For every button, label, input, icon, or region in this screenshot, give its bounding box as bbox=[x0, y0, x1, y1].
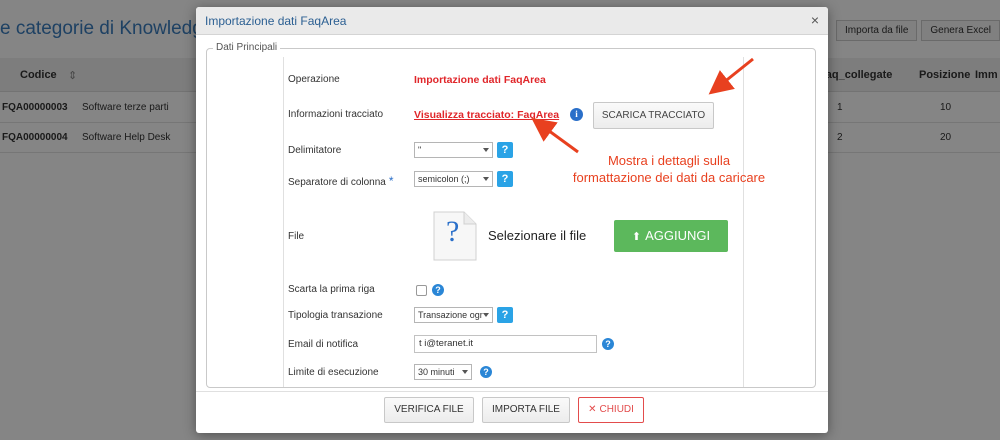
close-icon: ✕ bbox=[588, 404, 597, 415]
import-dialog: Importazione dati FaqArea × Dati Princip… bbox=[196, 7, 828, 433]
close-button-label: CHIUDI bbox=[599, 404, 634, 415]
help-icon[interactable]: ? bbox=[432, 284, 444, 296]
import-file-button[interactable]: IMPORTA FILE bbox=[482, 397, 570, 423]
chevron-down-icon bbox=[483, 177, 489, 181]
separatore-label-text: Separatore di colonna bbox=[288, 177, 386, 188]
add-file-button[interactable]: ⬆ AGGIUNGI bbox=[614, 220, 728, 252]
help-icon[interactable]: ? bbox=[497, 171, 513, 187]
file-label: File bbox=[288, 231, 305, 242]
transaction-type-value: Transazione ogr bbox=[418, 310, 483, 320]
dialog-header: Importazione dati FaqArea × bbox=[196, 7, 828, 35]
help-icon[interactable]: ? bbox=[497, 142, 513, 158]
operazione-value: Importazione dati FaqArea bbox=[414, 74, 546, 86]
operazione-label: Operazione bbox=[288, 74, 340, 85]
section-legend: Dati Principali bbox=[213, 42, 281, 53]
info-icon[interactable]: i bbox=[570, 108, 583, 121]
footer-divider bbox=[196, 391, 828, 392]
view-layout-link[interactable]: Visualizza tracciato: FaqArea bbox=[414, 109, 559, 121]
upload-icon: ⬆ bbox=[631, 231, 642, 243]
close-button[interactable]: ✕ CHIUDI bbox=[578, 397, 644, 423]
main-data-section: Dati Principali Operazione Importazione … bbox=[206, 42, 816, 388]
execution-limit-select[interactable]: 30 minuti bbox=[414, 364, 472, 380]
tipologia-label: Tipologia transazione bbox=[288, 310, 383, 321]
separatore-label: Separatore di colonna * bbox=[288, 174, 394, 188]
chevron-down-icon bbox=[483, 148, 489, 152]
form-panel: Operazione Importazione dati FaqArea Inf… bbox=[283, 57, 744, 387]
add-file-label: AGGIUNGI bbox=[645, 228, 711, 243]
delimiter-value: " bbox=[418, 145, 422, 155]
delimitatore-label: Delimitatore bbox=[288, 145, 342, 156]
help-icon[interactable]: ? bbox=[480, 366, 492, 378]
scarta-label: Scarta la prima riga bbox=[288, 284, 375, 295]
download-layout-button[interactable]: SCARICA TRACCIATO bbox=[593, 102, 714, 129]
annotation-line-2: formattazione dei dati da caricare bbox=[572, 170, 766, 185]
separator-value: semicolon (;) bbox=[418, 174, 470, 184]
skip-first-row-checkbox[interactable] bbox=[416, 285, 427, 296]
transaction-type-select[interactable]: Transazione ogr bbox=[414, 307, 493, 323]
annotation-text: Mostra i dettagli sulla formattazione de… bbox=[551, 152, 787, 186]
annotation-line-1: Mostra i dettagli sulla bbox=[607, 153, 731, 168]
execution-limit-value: 30 minuti bbox=[418, 367, 455, 377]
delimiter-select[interactable]: " bbox=[414, 142, 493, 158]
dialog-title: Importazione dati FaqArea bbox=[205, 14, 347, 28]
notification-email-field[interactable]: t i@teranet.it bbox=[414, 335, 597, 353]
verify-file-button[interactable]: VERIFICA FILE bbox=[384, 397, 474, 423]
help-icon[interactable]: ? bbox=[497, 307, 513, 323]
email-label: Email di notifica bbox=[288, 339, 359, 350]
help-icon[interactable]: ? bbox=[602, 338, 614, 350]
column-separator-select[interactable]: semicolon (;) bbox=[414, 171, 493, 187]
chevron-down-icon bbox=[483, 313, 489, 317]
file-prompt: Selezionare il file bbox=[488, 228, 587, 243]
required-marker: * bbox=[388, 174, 394, 188]
question-icon: ? bbox=[446, 215, 460, 248]
close-icon[interactable]: × bbox=[811, 12, 819, 28]
limite-label: Limite di esecuzione bbox=[288, 367, 379, 378]
chevron-down-icon bbox=[462, 370, 468, 374]
tracciato-label: Informazioni tracciato bbox=[288, 109, 384, 120]
